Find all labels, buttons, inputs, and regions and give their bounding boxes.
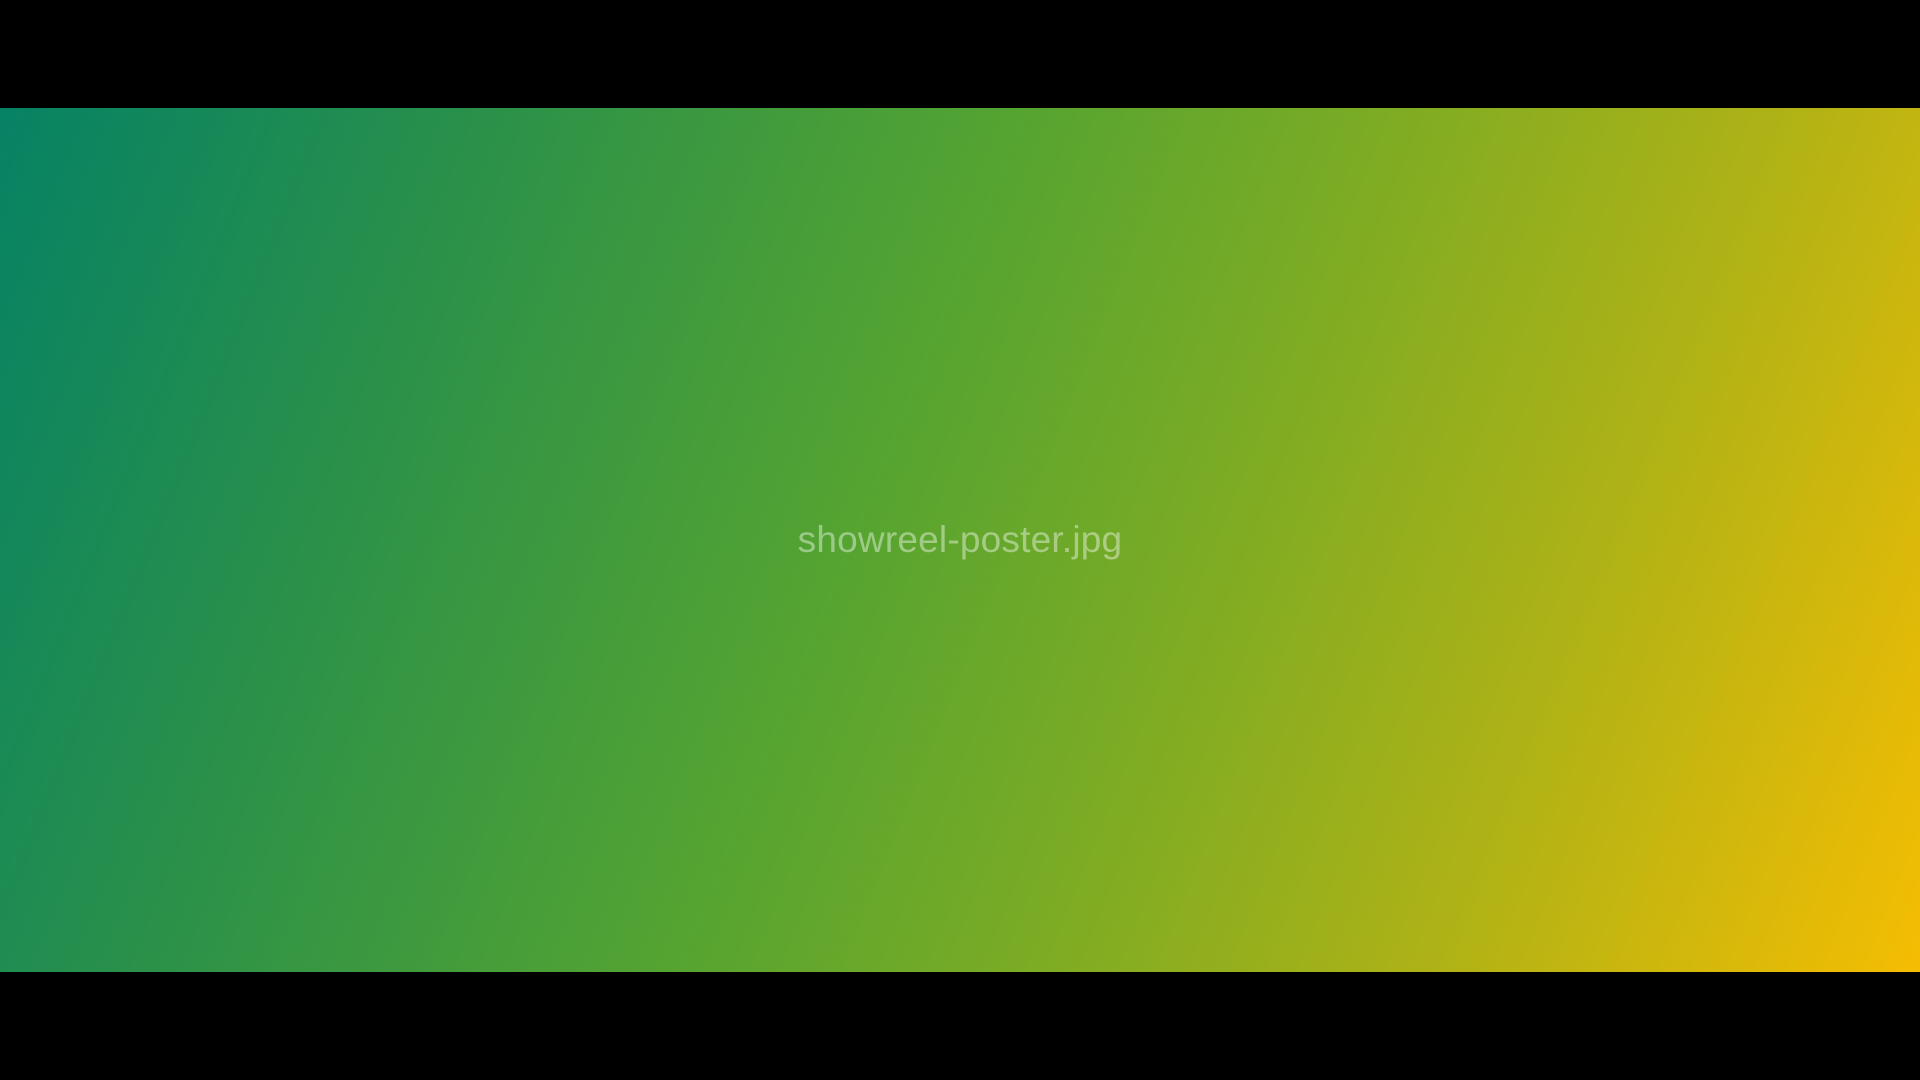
image-viewer: showreel-poster.jpg — [0, 0, 1920, 1080]
letterbox-top — [0, 0, 1920, 108]
poster-filename-label: showreel-poster.jpg — [797, 519, 1123, 560]
poster-image: showreel-poster.jpg — [0, 108, 1920, 972]
letterbox-bottom — [0, 972, 1920, 1080]
